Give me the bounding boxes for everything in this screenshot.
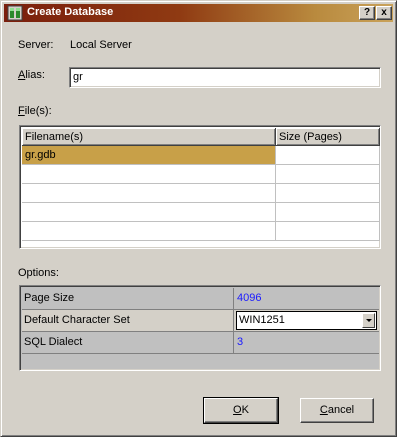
title-bar[interactable]: Create Database ? x	[4, 4, 393, 22]
file-row-1-size[interactable]	[276, 146, 380, 165]
option-label-page-size: Page Size	[22, 288, 234, 310]
alias-label-rest: lias:	[25, 69, 45, 81]
files-label-rest: ile(s):	[24, 105, 52, 117]
window-title: Create Database	[27, 6, 114, 18]
files-label-accel: F	[18, 105, 25, 117]
server-value: Local Server	[70, 39, 132, 51]
filename-column-header[interactable]: Filename(s)	[22, 128, 276, 146]
options-label: Options:	[18, 267, 59, 279]
file-row-4-size[interactable]	[276, 203, 380, 222]
file-row-4-filename[interactable]	[22, 203, 276, 222]
alias-input-value: gr	[73, 71, 83, 83]
character-set-value: WIN1251	[239, 314, 285, 326]
file-row-3-filename[interactable]	[22, 184, 276, 203]
option-row-sql-dialect[interactable]: SQL Dialect 3	[22, 332, 380, 354]
option-row-character-set[interactable]: Default Character Set WIN1251	[22, 310, 380, 332]
ok-button-accel: O	[233, 404, 242, 416]
character-set-combobox[interactable]: WIN1251	[236, 311, 377, 330]
alias-label: Alias:	[18, 69, 45, 81]
alias-input[interactable]: gr	[69, 67, 381, 88]
chevron-down-icon[interactable]	[362, 313, 375, 328]
create-database-dialog: Create Database ? x Server: Local Server…	[0, 0, 397, 437]
option-row-page-size[interactable]: Page Size 4096	[22, 288, 380, 310]
file-row-2-filename[interactable]	[22, 165, 276, 184]
ok-button[interactable]: OK	[203, 397, 279, 424]
file-row-2-size[interactable]	[276, 165, 380, 184]
cancel-button-rest: ancel	[327, 404, 355, 416]
option-value-sql-dialect[interactable]: 3	[234, 332, 379, 354]
option-value-page-size[interactable]: 4096	[234, 288, 379, 310]
close-icon: x	[381, 7, 387, 18]
file-row-5-size[interactable]	[276, 222, 380, 241]
size-column-header[interactable]: Size (Pages)	[276, 128, 380, 146]
files-grid[interactable]: Filename(s) Size (Pages) gr.gdb	[19, 125, 381, 249]
file-row-3-size[interactable]	[276, 184, 380, 203]
cancel-button[interactable]: Cancel	[300, 398, 374, 423]
files-label: File(s):	[18, 105, 52, 117]
options-grid[interactable]: Page Size 4096 Default Character Set WIN…	[19, 285, 381, 371]
file-row-5-filename[interactable]	[22, 222, 276, 241]
close-button[interactable]: x	[376, 6, 392, 20]
cancel-button-accel: C	[319, 404, 328, 416]
option-label-character-set: Default Character Set	[22, 310, 234, 332]
option-label-sql-dialect: SQL Dialect	[22, 332, 234, 354]
database-app-icon	[7, 5, 23, 21]
help-button[interactable]: ?	[359, 6, 375, 20]
ok-button-rest: K	[241, 404, 249, 416]
server-label: Server:	[18, 39, 54, 51]
help-icon: ?	[363, 7, 371, 18]
file-row-1-filename[interactable]: gr.gdb	[22, 146, 276, 165]
